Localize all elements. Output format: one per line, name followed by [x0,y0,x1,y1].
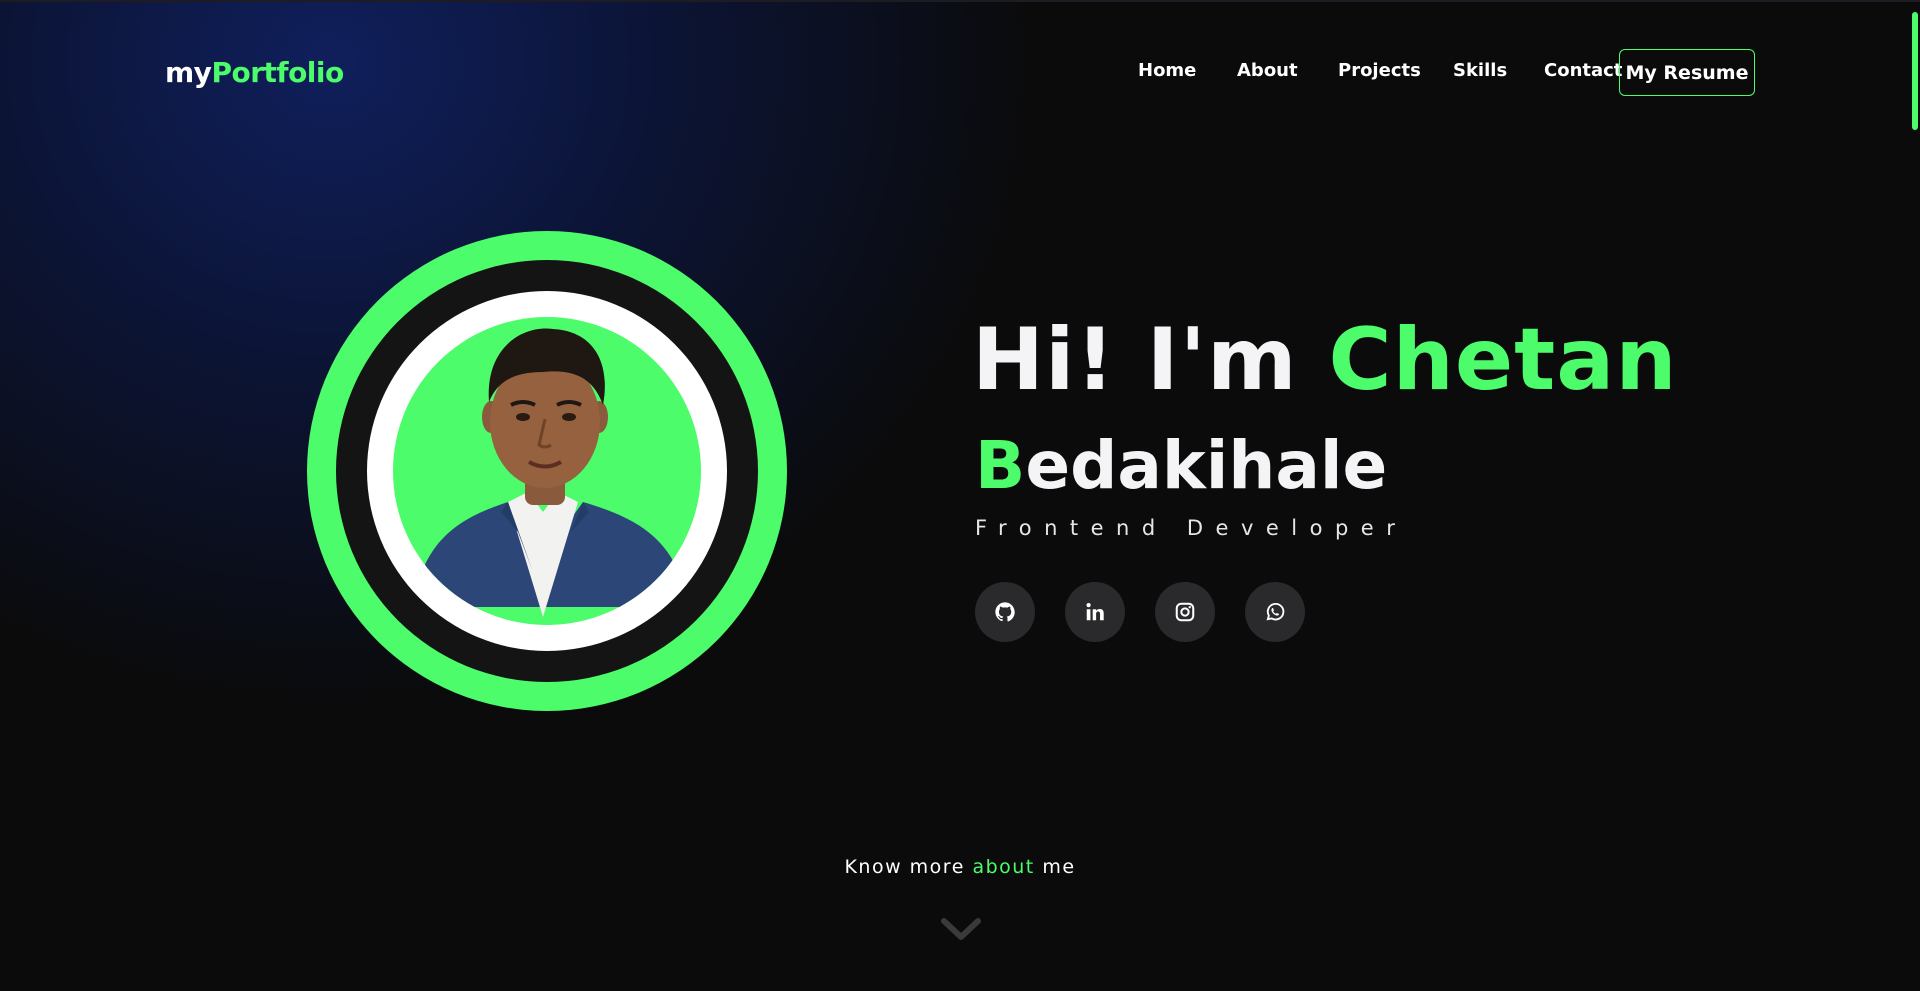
instagram-link[interactable] [1155,582,1215,642]
last-name: Bedakihale [975,427,1387,504]
last-name-rest: edakihale [1025,427,1388,504]
scroll-indicator[interactable] [1912,12,1918,130]
logo-prefix: my [165,56,212,89]
first-name: Chetan [1328,310,1678,410]
instagram-icon [1175,602,1195,622]
resume-button[interactable]: My Resume [1619,49,1755,96]
know-more-prefix: Know more [844,856,965,878]
site-logo[interactable]: myPortfolio [165,56,344,89]
github-link[interactable] [975,582,1035,642]
know-more-text[interactable]: Know more about me [0,856,1920,878]
portrait-illustration [413,328,688,617]
know-more-highlight: about [972,856,1035,878]
nav-about[interactable]: About [1237,60,1298,81]
whatsapp-icon [1266,602,1285,621]
linkedin-icon [1086,603,1104,621]
nav-contact[interactable]: Contact [1544,60,1622,81]
portfolio-page: myPortfolio Home About Projects Skills C… [0,0,1920,991]
linkedin-link[interactable] [1065,582,1125,642]
greeting-prefix: Hi! I'm [972,310,1298,410]
whatsapp-link[interactable] [1245,582,1305,642]
job-title: Frontend Developer [975,516,1408,540]
github-icon [995,602,1015,622]
logo-highlight: Portfolio [211,56,344,89]
profile-photo [393,317,701,625]
chevron-down-icon[interactable] [941,917,981,943]
nav-skills[interactable]: Skills [1453,60,1507,81]
nav-home[interactable]: Home [1138,60,1196,81]
hero-greeting: Hi! I'm Chetan [972,310,1678,410]
last-name-initial: B [975,427,1026,504]
know-more-suffix: me [1042,856,1076,878]
nav-projects[interactable]: Projects [1338,60,1421,81]
